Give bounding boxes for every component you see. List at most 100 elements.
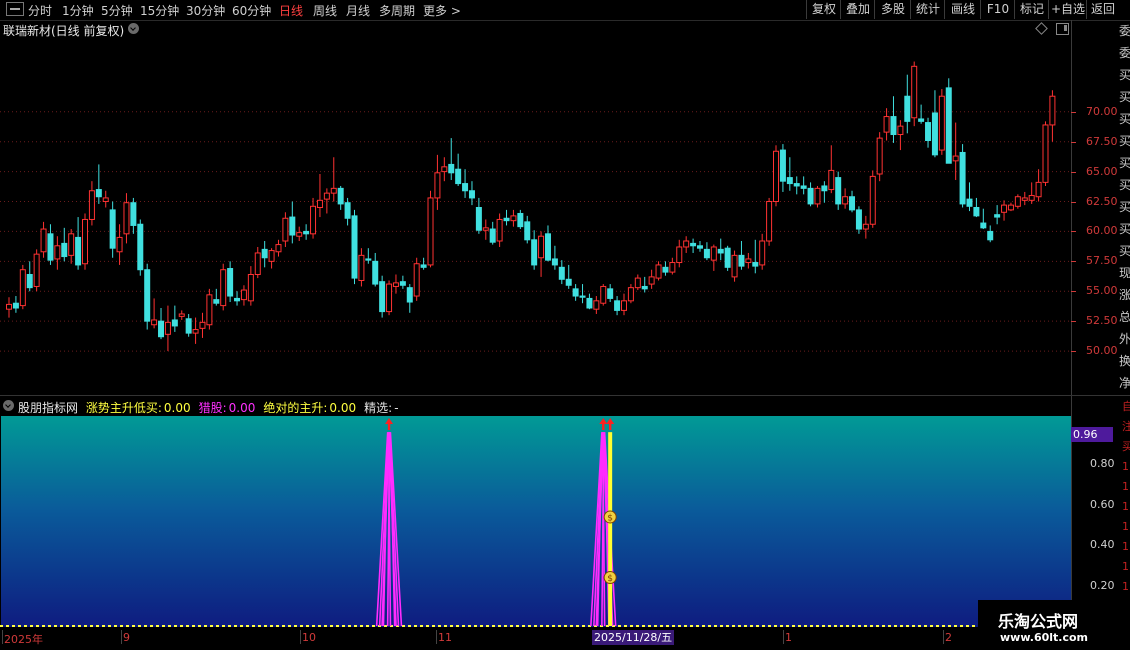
candle-body	[1028, 195, 1035, 201]
indicator-menu-icon[interactable]	[3, 400, 14, 411]
candle-body	[54, 245, 61, 260]
svg-text:$: $	[607, 513, 613, 523]
indicator-axis-label: 0.20	[1090, 578, 1115, 592]
candle-body	[123, 202, 130, 235]
date-label: 2025年	[4, 633, 43, 646]
candle-body	[987, 230, 994, 241]
candle-body	[475, 207, 482, 231]
money-bag-icon: $	[603, 510, 617, 523]
period-tab-0[interactable]: 分时	[28, 2, 52, 19]
date-tick	[121, 630, 122, 644]
sidebar-label-4: 买	[1119, 112, 1130, 126]
candle-body	[952, 155, 959, 162]
toolbar-button-6[interactable]: 标记	[1014, 0, 1049, 19]
candle-body	[538, 235, 545, 259]
period-tab-10[interactable]: 更多 >	[423, 2, 461, 19]
toolbar-button-3[interactable]: 统计	[910, 0, 945, 19]
indicator-field-label: 涨势主升低买:	[85, 401, 162, 415]
candle-body	[752, 262, 759, 267]
candle-body	[171, 319, 178, 327]
toolbar-button-2[interactable]: 多股	[874, 0, 911, 19]
period-tab-3[interactable]: 15分钟	[140, 2, 179, 19]
candle-body	[330, 187, 337, 194]
period-tab-5[interactable]: 60分钟	[232, 2, 271, 19]
date-label: 1	[785, 631, 792, 644]
candle-body	[468, 190, 475, 199]
candle-body	[1049, 95, 1056, 126]
sidebar-label-11: 现	[1119, 266, 1130, 280]
toolbar-button-0[interactable]: 复权	[806, 0, 841, 19]
candle-body	[75, 236, 82, 266]
up-arrow-icon	[599, 418, 608, 430]
candlestick-chart[interactable]	[0, 20, 1071, 395]
candle-body	[158, 320, 165, 338]
candle-body	[586, 297, 593, 309]
toolbar-button-7[interactable]: +自选	[1048, 0, 1087, 19]
period-tab-2[interactable]: 5分钟	[101, 2, 133, 19]
indicator-chart[interactable]: $$	[0, 416, 1071, 628]
candle-body	[109, 209, 116, 249]
candle-body	[1021, 197, 1028, 201]
candle-body	[462, 183, 469, 192]
sidebar-label-0: 委	[1119, 24, 1130, 38]
price-tick	[1071, 291, 1076, 293]
date-label: 9	[123, 631, 130, 644]
period-tab-6[interactable]: 日线	[279, 2, 303, 19]
candle-body	[379, 281, 386, 313]
candle-body	[897, 125, 904, 136]
candle-body	[40, 228, 47, 253]
candle-body	[600, 285, 607, 304]
candle-body	[88, 190, 95, 220]
toolbar-button-8[interactable]: 返回	[1086, 0, 1119, 19]
indicator-current-value: 0.96	[1071, 427, 1113, 442]
candle-body	[316, 199, 323, 208]
price-label: 57.50	[1086, 254, 1118, 268]
price-label: 62.50	[1086, 194, 1118, 208]
indicator-axis-label: 0.40	[1090, 538, 1115, 552]
candle-body	[68, 233, 75, 256]
watermark-logo: 乐淘公式网 www.60lt.com	[978, 600, 1130, 650]
indicator-field-label: 绝对的主升:	[263, 401, 328, 415]
date-label: 2	[945, 631, 952, 644]
candle-body	[717, 248, 724, 254]
candle-body	[980, 222, 987, 229]
indicator-field-3: 精选: -	[364, 401, 402, 415]
candle-body	[254, 252, 261, 275]
candle-body	[261, 248, 268, 259]
candle-body	[164, 321, 171, 335]
candle-body	[648, 276, 655, 285]
panel-toggle-icon[interactable]	[6, 2, 24, 16]
toolbar-button-5[interactable]: F10	[980, 0, 1015, 19]
period-tab-9[interactable]: 多周期	[379, 2, 415, 19]
candle-body	[703, 248, 710, 259]
candle-body	[641, 285, 648, 290]
indicator-field-0: 涨势主升低买: 0.00	[86, 401, 195, 415]
indicator-side-label-4: 1	[1122, 480, 1129, 493]
candle-body	[220, 269, 227, 307]
toolbar-button-1[interactable]: 叠加	[840, 0, 875, 19]
toolbar-button-4[interactable]: 画线	[944, 0, 981, 19]
candle-body	[289, 216, 296, 236]
candle-body	[275, 244, 282, 253]
candle-body	[807, 187, 814, 205]
date-tick	[300, 630, 301, 644]
candle-body	[247, 274, 254, 302]
indicator-side-label-3: 1	[1122, 460, 1129, 473]
candle-body	[800, 185, 807, 189]
candle-body	[690, 242, 697, 247]
sidebar-label-16: 净	[1119, 376, 1130, 390]
candle-body	[441, 166, 448, 173]
candle-body	[579, 295, 586, 298]
candle-body	[503, 217, 510, 222]
candle-body	[745, 258, 752, 264]
date-tick	[2, 630, 3, 644]
date-axis: 2025年 9 10 11 1 2	[0, 630, 1130, 650]
price-label: 52.50	[1086, 314, 1118, 328]
period-tab-7[interactable]: 周线	[313, 2, 337, 19]
candle-body	[144, 269, 151, 322]
period-tab-1[interactable]: 1分钟	[62, 2, 94, 19]
indicator-field-2: 绝对的主升: 0.00	[263, 401, 360, 415]
period-tab-4[interactable]: 30分钟	[186, 2, 225, 19]
period-tab-8[interactable]: 月线	[346, 2, 370, 19]
quote-sidebar: 委委买买买买买买买买买现涨总外换净	[1118, 20, 1130, 396]
